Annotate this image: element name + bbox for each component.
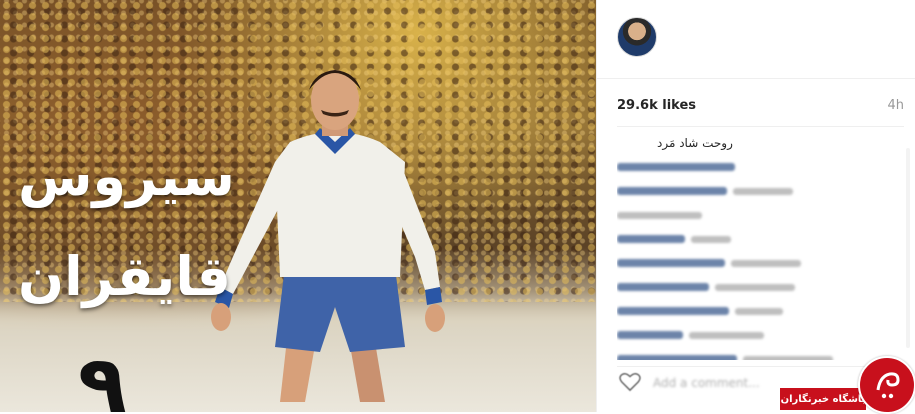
post-image[interactable]: سیروس قایقران ۹ — [0, 0, 596, 412]
comments-list[interactable] — [617, 160, 887, 360]
heart-icon[interactable] — [619, 372, 641, 392]
comment-text — [733, 187, 793, 195]
comment-text — [735, 307, 783, 315]
comment-username[interactable] — [617, 331, 683, 339]
comment-username[interactable] — [617, 163, 735, 171]
comment-text — [731, 259, 801, 267]
player-figure — [211, 70, 445, 402]
watermark-logo-icon — [858, 356, 915, 414]
comment-text — [743, 355, 833, 360]
comments-scrollbar[interactable] — [906, 148, 910, 348]
comment-username[interactable] — [617, 355, 737, 360]
comment-row — [617, 232, 887, 246]
post-header — [597, 0, 915, 79]
comment-text — [715, 283, 795, 291]
comment-text — [617, 211, 702, 219]
add-comment-input[interactable]: Add a comment... — [653, 376, 760, 390]
player-name-first: سیروس — [18, 145, 235, 208]
divider — [617, 126, 904, 127]
comment-row — [617, 256, 887, 270]
comment-row — [617, 352, 887, 360]
comment-username[interactable] — [617, 283, 709, 291]
post-time[interactable]: 4h — [887, 98, 904, 113]
comment-text — [691, 235, 731, 243]
comment-row — [617, 328, 887, 342]
avatar[interactable] — [617, 17, 657, 57]
post-caption: روحت شاد مَرد — [657, 136, 733, 150]
comment-row — [617, 184, 887, 198]
post-details-panel: 29.6k likes 4h روحت شاد مَرد Add a comme… — [596, 0, 915, 412]
comment-row — [617, 160, 887, 174]
comment-username[interactable] — [617, 307, 729, 315]
comment-username[interactable] — [617, 259, 725, 267]
comment-username[interactable] — [617, 187, 727, 195]
footer-divider — [617, 366, 904, 367]
comment-text — [689, 331, 764, 339]
comment-row — [617, 208, 887, 222]
watermark-label: باشگاه خبرنگاران — [780, 388, 866, 410]
player-name-last: قایقران — [18, 245, 231, 308]
jersey-number: ۹ — [78, 338, 127, 413]
comment-username[interactable] — [617, 235, 685, 243]
comment-row — [617, 304, 887, 318]
likes-count[interactable]: 29.6k likes — [617, 98, 696, 113]
comment-row — [617, 280, 887, 294]
